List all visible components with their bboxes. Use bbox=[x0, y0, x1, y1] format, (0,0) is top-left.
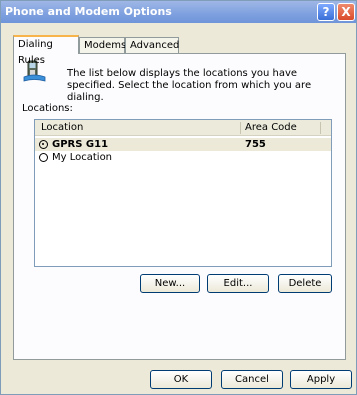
selected-radio[interactable] bbox=[39, 140, 48, 149]
column-divider[interactable] bbox=[240, 122, 241, 134]
locations-list[interactable]: Location Area Code GPRS G11 755 My Locat… bbox=[34, 119, 332, 267]
window-title: Phone and Modem Options bbox=[5, 5, 172, 18]
locations-label: Locations: bbox=[22, 103, 73, 114]
new-location-button[interactable]: New... bbox=[140, 274, 200, 293]
tab-modems[interactable]: Modems bbox=[79, 37, 126, 53]
dialing-rules-description: The list below displays the locations yo… bbox=[67, 68, 312, 103]
tab-dialing-rules[interactable]: Dialing Rules bbox=[13, 35, 79, 66]
unselected-radio[interactable] bbox=[39, 153, 48, 162]
help-icon[interactable]: ? bbox=[317, 3, 335, 21]
phone-and-modem-options-dialog: Phone and Modem Options ? X Dialing Rule… bbox=[0, 0, 357, 395]
location-name: GPRS G11 bbox=[52, 139, 109, 150]
title-bar[interactable]: Phone and Modem Options ? X bbox=[1, 1, 356, 23]
column-header-area-code[interactable]: Area Code bbox=[245, 122, 297, 133]
column-header-location[interactable]: Location bbox=[41, 122, 83, 133]
edit-location-button[interactable]: Edit... bbox=[207, 274, 269, 293]
cancel-button[interactable]: Cancel bbox=[221, 370, 283, 389]
ok-button[interactable]: OK bbox=[150, 370, 212, 389]
list-item[interactable]: My Location bbox=[35, 151, 331, 164]
close-icon[interactable]: X bbox=[337, 3, 355, 21]
apply-button[interactable]: Apply bbox=[290, 370, 352, 389]
list-header: Location Area Code bbox=[35, 120, 331, 136]
tab-advanced[interactable]: Advanced bbox=[125, 37, 179, 53]
list-item[interactable]: GPRS G11 755 bbox=[35, 138, 331, 151]
delete-location-button[interactable]: Delete bbox=[278, 274, 332, 293]
location-name: My Location bbox=[52, 152, 113, 163]
area-code: 755 bbox=[245, 139, 266, 150]
tab-strip: Dialing Rules Modems Advanced bbox=[13, 35, 343, 66]
column-divider[interactable] bbox=[320, 122, 321, 134]
